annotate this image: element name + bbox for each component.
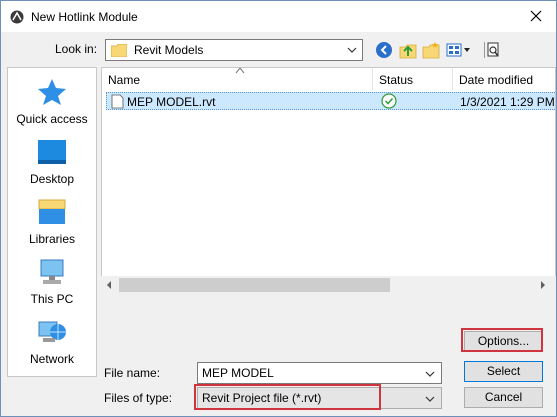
window-title: New Hotlink Module — [31, 9, 138, 24]
file-type-highlight-box — [194, 384, 381, 410]
views-menu-icon[interactable] — [446, 41, 472, 59]
file-name-input[interactable]: MEP MODEL — [197, 362, 442, 384]
network-icon — [38, 321, 66, 342]
look-in-dropdown[interactable]: Revit Models — [105, 39, 363, 61]
place-label: This PC — [30, 292, 74, 306]
scroll-right-icon[interactable] — [539, 281, 547, 289]
back-icon[interactable] — [375, 41, 393, 59]
options-highlight-box — [461, 328, 543, 352]
place-network[interactable]: Network — [8, 318, 96, 366]
place-label: Quick access — [16, 112, 88, 126]
look-in-label: Look in: — [55, 42, 98, 56]
up-folder-icon[interactable] — [399, 41, 417, 59]
column-header-row: Name Status Date modified — [102, 68, 555, 92]
cancel-button[interactable]: Cancel — [464, 387, 543, 408]
libraries-icon — [38, 199, 66, 224]
file-row[interactable]: MEP MODEL.rvt 1/3/2021 1:29 PM — [106, 92, 555, 110]
file-date: 1/3/2021 1:29 PM — [460, 95, 555, 109]
place-desktop[interactable]: Desktop — [8, 138, 96, 186]
scrollbar-thumb[interactable] — [119, 278, 390, 292]
column-name[interactable]: Name — [108, 73, 140, 87]
dialog-window: New Hotlink Module Look in: Revit Models — [0, 0, 557, 417]
place-this-pc[interactable]: This PC — [8, 258, 96, 306]
close-icon[interactable] — [528, 8, 544, 24]
place-label: Desktop — [29, 172, 75, 186]
column-date-modified[interactable]: Date modified — [459, 73, 533, 87]
sort-ascending-icon — [235, 68, 245, 74]
chevron-down-icon — [347, 47, 357, 53]
folder-icon — [111, 43, 127, 57]
chevron-down-icon[interactable] — [424, 368, 436, 380]
place-quick-access[interactable]: Quick access — [8, 78, 96, 126]
preview-icon[interactable] — [483, 41, 501, 59]
desktop-icon — [38, 140, 66, 164]
horizontal-scrollbar[interactable] — [101, 276, 556, 295]
look-in-value: Revit Models — [134, 43, 204, 57]
computer-icon — [40, 259, 64, 284]
place-libraries[interactable]: Libraries — [8, 198, 96, 246]
chevron-down-icon — [425, 396, 435, 402]
place-label: Libraries — [28, 232, 76, 246]
star-icon — [38, 79, 66, 105]
title-bar: New Hotlink Module — [1, 1, 556, 32]
file-name: MEP MODEL.rvt — [127, 95, 216, 109]
column-status[interactable]: Status — [379, 73, 413, 87]
scroll-left-icon[interactable] — [105, 281, 113, 289]
file-type-label: Files of type: — [104, 391, 173, 405]
select-button[interactable]: Select — [464, 361, 543, 382]
place-label: Network — [29, 352, 74, 366]
file-icon — [111, 94, 124, 109]
file-name-value: MEP MODEL — [202, 366, 274, 380]
places-bar: Quick access Desktop Libraries This PC N… — [7, 67, 97, 377]
file-list[interactable]: Name Status Date modified MEP MODEL.rvt … — [101, 67, 556, 295]
app-icon — [10, 10, 24, 23]
new-folder-icon[interactable] — [422, 41, 440, 59]
file-name-label: File name: — [104, 366, 161, 380]
check-icon — [381, 93, 397, 109]
